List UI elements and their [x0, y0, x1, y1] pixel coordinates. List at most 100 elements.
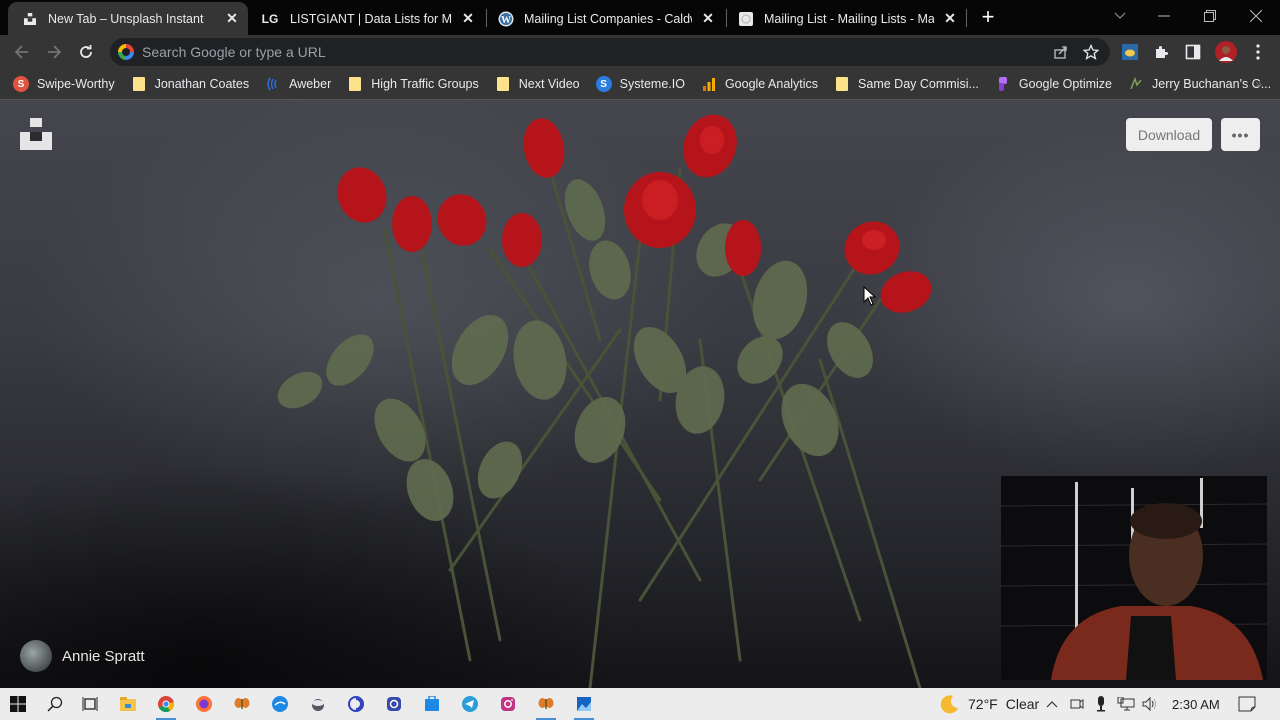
windows-start-button[interactable] — [4, 692, 32, 716]
store-app-icon[interactable] — [418, 692, 446, 716]
bookmark-label: Next Video — [518, 77, 580, 91]
weather-temp: 72°F — [968, 696, 998, 712]
tab-title: LISTGIANT | Data Lists for Marketers — [290, 11, 452, 26]
tab-title: Mailing List - Mailing Lists - Mailing — [764, 11, 934, 26]
firefox-icon[interactable] — [190, 692, 218, 716]
profile-avatar[interactable] — [1215, 41, 1237, 63]
systeme-icon: S — [595, 76, 612, 92]
extensions-puzzle-icon[interactable] — [1150, 41, 1172, 63]
bookmark-aweber[interactable]: Aweber — [265, 76, 331, 92]
globe-app-icon[interactable] — [304, 692, 332, 716]
bookmark-same-day-commisi[interactable]: Same Day Commisi... — [834, 76, 979, 92]
restore-button[interactable] — [1187, 0, 1233, 32]
bookmark-jerry-buchanan[interactable]: Jerry Buchanan's C... — [1128, 76, 1271, 92]
browser-toolbar — [0, 35, 1280, 69]
volume-icon[interactable] — [1142, 688, 1158, 720]
tab-title: New Tab – Unsplash Instant — [48, 11, 204, 26]
close-tab-icon[interactable]: ✕ — [942, 10, 958, 27]
page-icon — [1128, 76, 1144, 92]
new-tab-button[interactable]: + — [977, 6, 999, 28]
butterfly-app-2-icon[interactable] — [532, 692, 560, 720]
tab-separator — [966, 9, 967, 27]
more-options-button[interactable]: ••• — [1221, 118, 1260, 151]
bookmark-label: Jonathan Coates — [154, 77, 250, 91]
moon-icon — [940, 695, 958, 714]
weather-condition: Clear — [1005, 696, 1040, 712]
forward-button[interactable] — [42, 40, 66, 64]
close-tab-icon[interactable]: ✕ — [460, 10, 476, 27]
photo-credit[interactable]: Annie Spratt — [20, 640, 145, 672]
webcam-person-image — [1001, 476, 1267, 680]
show-hidden-icons[interactable] — [1046, 688, 1058, 720]
windows-taskbar: 72°F Clear 2:30 AM — [0, 688, 1280, 720]
tab-title: Mailing List Companies - Caldwell — [524, 11, 692, 26]
folder-icon — [834, 76, 850, 92]
stems — [383, 168, 922, 688]
folder-icon — [347, 76, 363, 92]
weather-widget[interactable]: 72°F Clear — [938, 688, 1039, 720]
photos-app-icon[interactable] — [570, 692, 598, 720]
analytics-icon — [701, 76, 717, 92]
bookmark-jonathan-coates[interactable]: Jonathan Coates — [131, 76, 250, 92]
network-icon[interactable] — [1117, 688, 1135, 720]
bookmark-next-video[interactable]: Next Video — [495, 76, 580, 92]
share-icon[interactable] — [1050, 41, 1072, 63]
circle-app-2-icon[interactable] — [380, 692, 408, 716]
chrome-menu-icon[interactable] — [1247, 41, 1269, 63]
close-window-button[interactable] — [1233, 0, 1279, 32]
bookmark-label: Jerry Buchanan's C... — [1152, 77, 1272, 91]
more-bookmarks-icon[interactable]: » — [1255, 77, 1262, 91]
file-explorer-icon[interactable] — [114, 692, 142, 716]
folder-icon — [495, 76, 511, 92]
side-panel-icon[interactable] — [1182, 41, 1204, 63]
photographer-name[interactable]: Annie Spratt — [62, 648, 145, 665]
address-input[interactable] — [142, 44, 1050, 60]
back-button[interactable] — [10, 40, 34, 64]
notifications-icon[interactable] — [1238, 688, 1256, 720]
wordpress-icon: W — [498, 11, 514, 27]
circle-app-icon[interactable] — [342, 692, 370, 716]
optimize-icon — [995, 76, 1011, 92]
tab-search-button[interactable] — [1097, 0, 1143, 32]
clock[interactable]: 2:30 AM — [1172, 688, 1220, 720]
bookmark-systeme-io[interactable]: S Systeme.IO — [595, 76, 685, 92]
tab-caldwell[interactable]: W Mailing List Companies - Caldwell ✕ — [490, 2, 722, 35]
leaves — [277, 179, 873, 521]
unsplash-logo[interactable] — [20, 118, 52, 150]
extension-icon[interactable] — [1119, 41, 1141, 63]
butterfly-app-icon[interactable] — [228, 692, 256, 716]
browser-window: New Tab – Unsplash Instant ✕ LG LISTGIAN… — [0, 0, 1280, 720]
bookmark-label: High Traffic Groups — [371, 77, 479, 91]
meet-now-icon[interactable] — [1070, 688, 1084, 720]
close-tab-icon[interactable]: ✕ — [224, 10, 240, 27]
webcam-overlay — [1001, 476, 1267, 680]
minimize-button[interactable] — [1141, 0, 1187, 32]
tab-separator — [486, 9, 487, 27]
close-tab-icon[interactable]: ✕ — [700, 10, 716, 27]
bookmark-star-icon[interactable] — [1080, 41, 1102, 63]
bookmark-google-analytics[interactable]: Google Analytics — [701, 76, 818, 92]
download-button[interactable]: Download — [1126, 118, 1212, 151]
tab-listgiant[interactable]: LG LISTGIANT | Data Lists for Marketers … — [252, 2, 482, 35]
photographer-avatar[interactable] — [20, 640, 52, 672]
google-icon — [118, 44, 134, 60]
bookmark-swipe-worthy[interactable]: S Swipe-Worthy — [13, 76, 115, 92]
tab-unsplash[interactable]: New Tab – Unsplash Instant ✕ — [8, 2, 248, 35]
omnibox — [110, 38, 1110, 66]
blue-app-icon[interactable] — [266, 692, 294, 716]
aweber-icon — [265, 76, 281, 92]
reload-button[interactable] — [74, 40, 98, 64]
telegram-icon[interactable] — [456, 692, 484, 716]
instagram-icon[interactable] — [494, 692, 522, 716]
bookmark-label: Google Analytics — [724, 77, 819, 91]
taskbar-search-icon[interactable] — [41, 692, 69, 716]
bookmark-high-traffic-groups[interactable]: High Traffic Groups — [347, 76, 479, 92]
task-view-icon[interactable] — [76, 692, 104, 716]
bookmark-google-optimize[interactable]: Google Optimize — [995, 76, 1112, 92]
tab-mailing-list[interactable]: Mailing List - Mailing Lists - Mailing ✕ — [730, 2, 964, 35]
listgiant-icon: LG — [261, 11, 279, 26]
bookmarks-bar: S Swipe-Worthy Jonathan Coates Aweber Hi… — [0, 69, 1280, 100]
chrome-taskbar-icon[interactable] — [152, 692, 180, 720]
microphone-icon[interactable] — [1096, 688, 1106, 720]
bookmark-label: Same Day Commisi... — [858, 77, 979, 91]
